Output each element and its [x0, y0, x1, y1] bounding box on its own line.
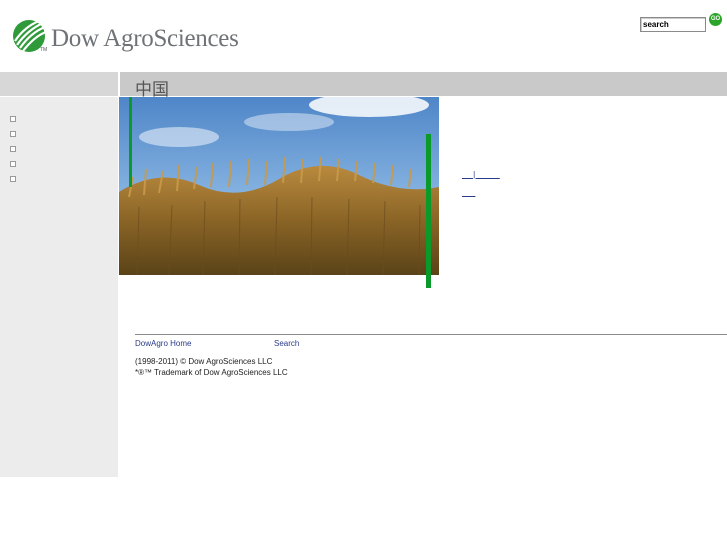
- dowagro-home-link[interactable]: DowAgro Home: [135, 339, 191, 348]
- content-link-row-1[interactable]: __ | _____: [462, 170, 500, 179]
- trademark-symbol: TM: [40, 47, 48, 53]
- brand-name: Dow AgroSciences: [51, 25, 239, 52]
- bullet-icon: [10, 161, 16, 167]
- title-bar: 中国: [120, 72, 727, 99]
- sidebar-item-4[interactable]: [9, 160, 17, 168]
- content-link[interactable]: __ | _____: [462, 170, 500, 179]
- trademark-text: *®™ Trademark of Dow AgroSciences LLC: [135, 368, 288, 377]
- content-link-row-2[interactable]: ___: [462, 188, 475, 197]
- search-link[interactable]: Search: [274, 339, 299, 348]
- wheat-field-illustration: [119, 97, 439, 275]
- go-button[interactable]: GO: [709, 13, 722, 26]
- green-accent-bar-right: [426, 134, 431, 288]
- bullet-icon: [10, 146, 16, 152]
- title-bar-left-block: [0, 72, 118, 96]
- search-input[interactable]: [640, 17, 706, 32]
- dow-agrosciences-logo[interactable]: TM Dow AgroSciences: [12, 19, 239, 55]
- bullet-icon: [10, 176, 16, 182]
- sidebar-item-5[interactable]: [9, 175, 17, 183]
- footer-divider: [135, 334, 727, 335]
- copyright-text: (1998-2011) © Dow AgroSciences LLC: [135, 357, 273, 366]
- sidebar-item-2[interactable]: [9, 130, 17, 138]
- wheat-field-image: [119, 97, 439, 275]
- sidebar-item-1[interactable]: [9, 115, 17, 123]
- green-accent-bar-left: [129, 97, 132, 187]
- sidebar-item-3[interactable]: [9, 145, 17, 153]
- content-link[interactable]: ___: [462, 188, 475, 197]
- sidebar: [0, 97, 118, 477]
- bullet-icon: [10, 131, 16, 137]
- bullet-icon: [10, 116, 16, 122]
